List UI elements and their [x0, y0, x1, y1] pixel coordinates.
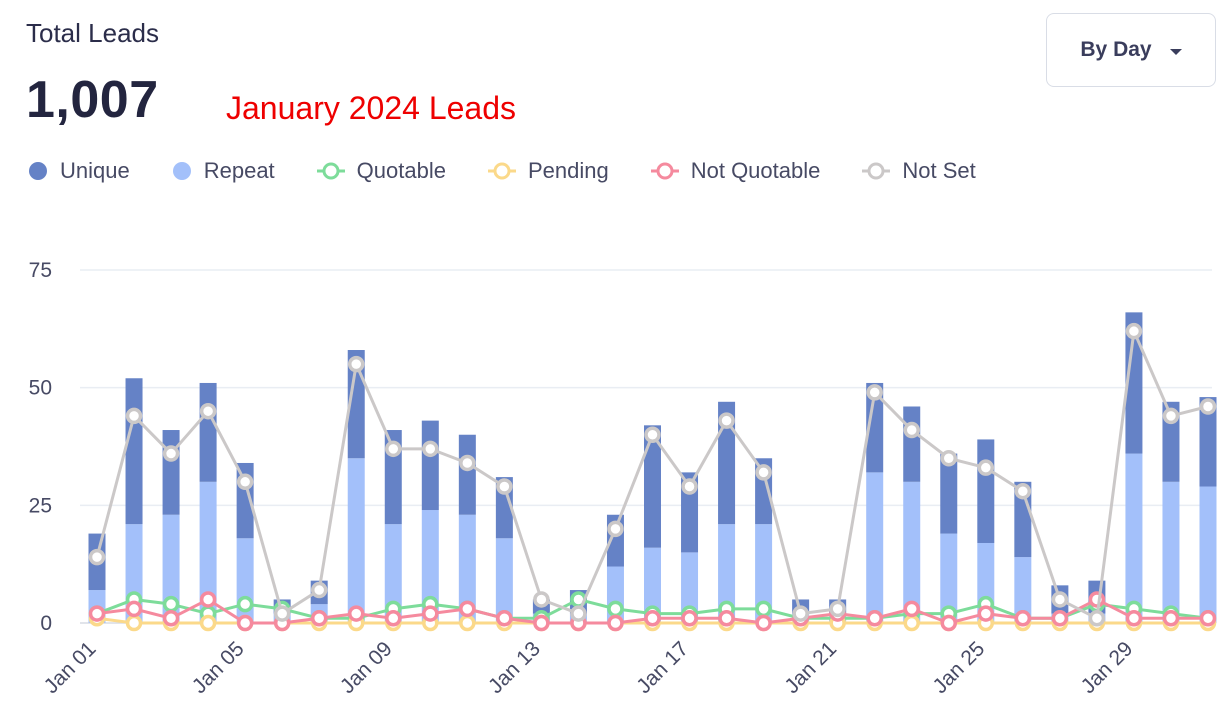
- point-not-set: [1199, 398, 1217, 415]
- point-not-quotable: [1088, 591, 1106, 608]
- x-tick-label: Jan 05: [188, 637, 249, 698]
- x-tick-label: Jan 21: [780, 637, 841, 698]
- bar-repeat: [1162, 481, 1180, 623]
- point-not-quotable: [866, 610, 883, 627]
- point-not-quotable: [644, 610, 661, 627]
- x-tick-label: Jan 13: [484, 637, 545, 698]
- point-not-set: [236, 473, 254, 491]
- point-not-set: [533, 591, 550, 608]
- point-not-set: [1051, 591, 1069, 608]
- point-not-set: [903, 421, 920, 439]
- bar-unique: [458, 434, 476, 515]
- point-not-quotable: [681, 610, 698, 627]
- bar-repeat: [866, 472, 884, 623]
- point-quotable: [162, 595, 180, 613]
- point-not-set: [1162, 407, 1180, 425]
- point-not-set: [459, 454, 476, 472]
- point-not-set: [273, 605, 291, 622]
- x-tick-label: Jan 17: [632, 637, 693, 698]
- bar-unique: [903, 406, 921, 482]
- point-not-quotable: [496, 610, 513, 627]
- point-quotable: [755, 600, 772, 618]
- point-not-quotable: [162, 610, 180, 627]
- point-pending: [459, 614, 476, 632]
- point-not-set: [607, 520, 624, 538]
- x-tick-label: Jan 25: [928, 637, 989, 698]
- point-not-quotable: [422, 605, 439, 622]
- x-tick-label: Jan 01: [40, 637, 101, 698]
- point-not-quotable: [903, 600, 920, 618]
- point-not-set: [644, 426, 661, 443]
- point-quotable: [236, 595, 254, 613]
- point-not-set: [162, 445, 180, 462]
- point-not-set: [88, 548, 106, 566]
- point-not-set: [1088, 610, 1106, 627]
- x-tick-label: Jan 09: [336, 637, 397, 698]
- leads-chart: 0 25 50 75 Jan 01 Jan 05 Jan 09 Jan 13 Jan 17 Jan…: [29, 259, 1217, 698]
- bar-unique: [125, 378, 143, 525]
- point-not-set: [681, 478, 698, 495]
- point-not-quotable: [1051, 610, 1069, 627]
- point-not-quotable: [533, 614, 550, 632]
- point-not-quotable: [310, 610, 328, 627]
- point-not-set: [792, 605, 809, 622]
- point-not-quotable: [459, 600, 476, 618]
- y-tick-label: 0: [40, 612, 52, 635]
- point-not-set: [422, 440, 439, 458]
- point-pending: [903, 614, 920, 632]
- point-not-set: [829, 600, 846, 618]
- point-not-set: [125, 407, 143, 425]
- point-not-quotable: [199, 591, 217, 608]
- y-tick-label: 75: [29, 259, 52, 282]
- point-not-set: [199, 402, 217, 420]
- bar-unique: [977, 439, 995, 543]
- point-not-set: [385, 440, 402, 458]
- point-not-quotable: [940, 614, 958, 632]
- point-not-quotable: [718, 610, 735, 627]
- point-not-set: [718, 412, 735, 429]
- point-not-quotable: [236, 614, 254, 632]
- y-tick-label: 25: [29, 494, 52, 517]
- point-not-quotable: [607, 614, 624, 632]
- bar-repeat: [347, 458, 365, 623]
- point-not-set: [310, 581, 328, 599]
- point-not-quotable: [977, 605, 995, 622]
- point-pending: [199, 614, 217, 632]
- bar-unique: [421, 420, 439, 511]
- point-not-set: [940, 450, 958, 467]
- point-not-quotable: [1199, 610, 1217, 627]
- point-pending: [125, 614, 143, 632]
- point-not-set: [755, 464, 772, 481]
- point-not-set: [1125, 322, 1143, 340]
- point-not-quotable: [1125, 610, 1143, 627]
- bar-repeat: [1125, 453, 1143, 623]
- point-not-quotable: [755, 614, 772, 632]
- point-not-set: [1014, 482, 1032, 500]
- point-not-set: [977, 459, 995, 476]
- point-not-quotable: [1014, 610, 1032, 627]
- point-not-quotable: [125, 600, 143, 618]
- point-quotable: [607, 600, 624, 618]
- point-not-quotable: [385, 610, 402, 627]
- bar-unique: [162, 430, 180, 515]
- point-not-set: [570, 605, 587, 622]
- bar-repeat: [1199, 486, 1217, 623]
- point-not-quotable: [1162, 610, 1180, 627]
- y-tick-label: 50: [29, 377, 52, 400]
- point-not-set: [347, 355, 365, 373]
- point-not-set: [496, 478, 513, 495]
- point-not-quotable: [347, 605, 365, 622]
- x-tick-label: Jan 29: [1077, 637, 1138, 698]
- point-not-set: [866, 384, 883, 401]
- point-not-quotable: [88, 605, 106, 622]
- bar-unique: [199, 382, 217, 482]
